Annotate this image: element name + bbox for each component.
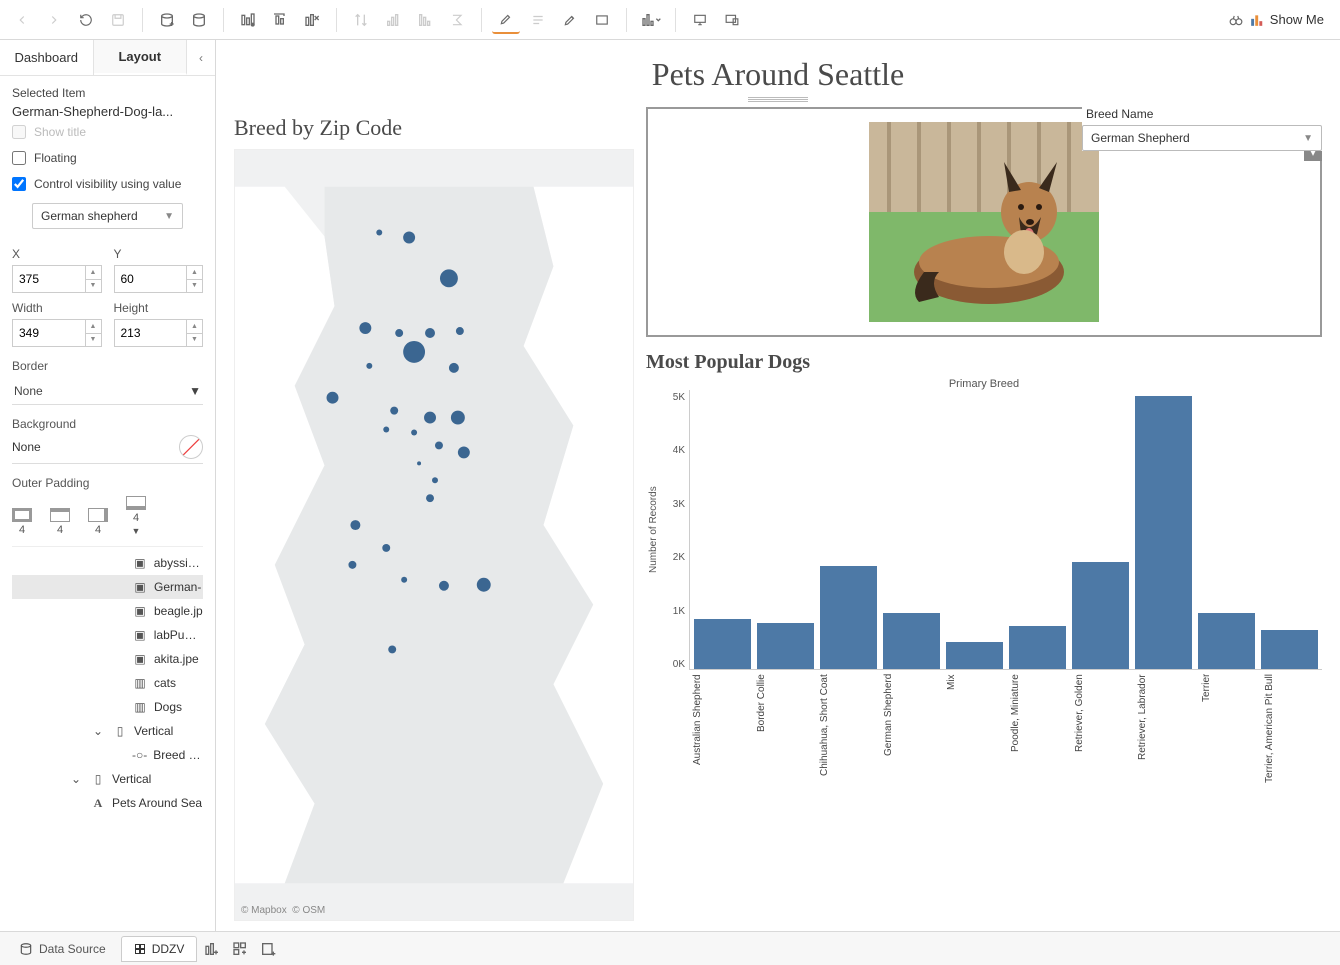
width-input[interactable]: ▲▼ [12,319,102,347]
bar[interactable] [757,623,814,669]
height-input[interactable]: ▲▼ [114,319,204,347]
duplicate-icon[interactable] [266,6,294,34]
chevron-down-icon: ▼ [189,384,201,398]
breed-map[interactable]: © Mapbox © OSM [234,149,634,921]
top-toolbar: Show Me [0,0,1340,40]
undo-icon[interactable] [72,6,100,34]
binoculars-icon [1228,13,1244,27]
forward-icon[interactable] [40,6,68,34]
bar[interactable] [1135,396,1192,669]
fit-icon[interactable] [588,6,616,34]
outer-padding-controls[interactable]: 4 4 4 4▼ [12,496,203,536]
y-input[interactable]: ▲▼ [114,265,204,293]
chevron-down-icon: ⌄ [68,771,84,787]
image-icon: ▣ [132,555,148,571]
background-swatch[interactable] [179,435,203,459]
bar[interactable] [1198,613,1255,669]
sheet-tab[interactable]: DDZV [121,936,198,962]
new-sheet-icon[interactable] [234,6,262,34]
background-value: None [12,440,41,454]
bar[interactable] [1261,630,1318,669]
new-story-icon[interactable] [255,936,281,962]
tab-layout[interactable]: Layout [94,40,188,75]
tree-item-text[interactable]: APets Around Sea [12,791,203,815]
image-icon: ▣ [132,603,148,619]
layout-pane: Dashboard Layout ‹ Selected Item German-… [0,40,216,931]
text-icon: A [90,795,106,811]
tree-item-container[interactable]: ⌄▯Vertical [12,767,203,791]
presentation-icon[interactable] [686,6,714,34]
highlight-icon[interactable] [492,6,520,34]
tree-item-image[interactable]: ▣akita.jpe [12,647,203,671]
selected-item-value: German-Shepherd-Dog-la... [12,104,203,119]
x-input[interactable]: ▲▼ [12,265,102,293]
control-visibility-dropdown[interactable]: German shepherd▼ [32,203,183,229]
tree-item-image[interactable]: ▣abyssinia [12,551,203,575]
sort-desc-icon[interactable] [411,6,439,34]
back-icon[interactable] [8,6,36,34]
sheet-tabs-bar: Data Source DDZV [0,931,1340,965]
save-icon[interactable] [104,6,132,34]
breed-filter-dropdown[interactable]: German Shepherd▼ [1082,125,1322,151]
bar[interactable] [694,619,751,669]
map-title: Breed by Zip Code [234,115,634,141]
dashboard-title: Pets Around Seattle [216,56,1340,103]
tree-item-sheet[interactable]: ▥cats [12,671,203,695]
bar[interactable] [946,642,1003,669]
sheet-icon: ▥ [132,699,148,715]
new-worksheet-icon[interactable] [199,936,225,962]
data-source-tab[interactable]: Data Source [6,936,119,962]
bar[interactable] [1072,562,1129,669]
tree-item-image[interactable]: ▣labPuppy [12,623,203,647]
collapse-pane-icon[interactable]: ‹ [187,40,215,75]
bar-chart-subtitle: Primary Breed [646,378,1322,390]
chevron-down-icon: ▼ [164,211,174,222]
popular-dogs-chart[interactable]: Number of Records 5K4K3K2K1K0K [646,390,1322,670]
tab-dashboard[interactable]: Dashboard [0,40,94,75]
bar[interactable] [820,566,877,669]
tree-item-param[interactable]: -○-Breed Name [12,743,203,767]
chevron-down-icon: ▼ [1303,133,1313,144]
tree-item-image[interactable]: ▣beagle.jp [12,599,203,623]
sort-asc-icon[interactable] [379,6,407,34]
breed-filter: Breed Name German Shepherd▼ [1082,107,1322,151]
device-preview-icon[interactable] [718,6,746,34]
fit-dropdown-icon[interactable] [637,6,665,34]
selected-item-label: Selected Item [12,86,203,100]
new-dashboard-icon[interactable] [227,936,253,962]
new-data-icon[interactable] [153,6,181,34]
bar[interactable] [1009,626,1066,669]
tree-item-sheet[interactable]: ▥Dogs [12,695,203,719]
chevron-down-icon: ⌄ [90,723,106,739]
show-me-button[interactable]: Show Me [1220,10,1332,29]
totals-icon[interactable] [443,6,471,34]
dog-image [869,122,1099,322]
show-me-bars-icon [1250,13,1264,27]
vertical-container-icon: ▯ [90,771,106,787]
dashboard-icon [134,943,146,955]
show-title-checkbox[interactable]: Show title [12,125,203,139]
tree-item-image[interactable]: ▣German- [12,575,203,599]
image-icon: ▣ [132,651,148,667]
data-source-icon [19,942,33,956]
swap-icon[interactable] [347,6,375,34]
control-visibility-checkbox[interactable]: Control visibility using value [12,177,203,191]
image-icon: ▣ [132,579,148,595]
dashboard-canvas[interactable]: Pets Around Seattle Breed by Zip Code [216,40,1340,931]
tree-item-container[interactable]: ⌄▯Vertical [12,719,203,743]
border-dropdown[interactable]: None▼ [12,377,203,405]
vertical-container-icon: ▯ [112,723,128,739]
bar-chart-title: Most Popular Dogs [646,351,1322,374]
clear-icon[interactable] [298,6,326,34]
image-icon: ▣ [132,627,148,643]
sheet-icon: ▥ [132,675,148,691]
refresh-data-icon[interactable] [185,6,213,34]
label-icon[interactable] [524,6,552,34]
param-icon: -○- [132,747,147,763]
floating-checkbox[interactable]: Floating [12,151,203,165]
format-icon[interactable] [556,6,584,34]
bar[interactable] [883,613,940,669]
